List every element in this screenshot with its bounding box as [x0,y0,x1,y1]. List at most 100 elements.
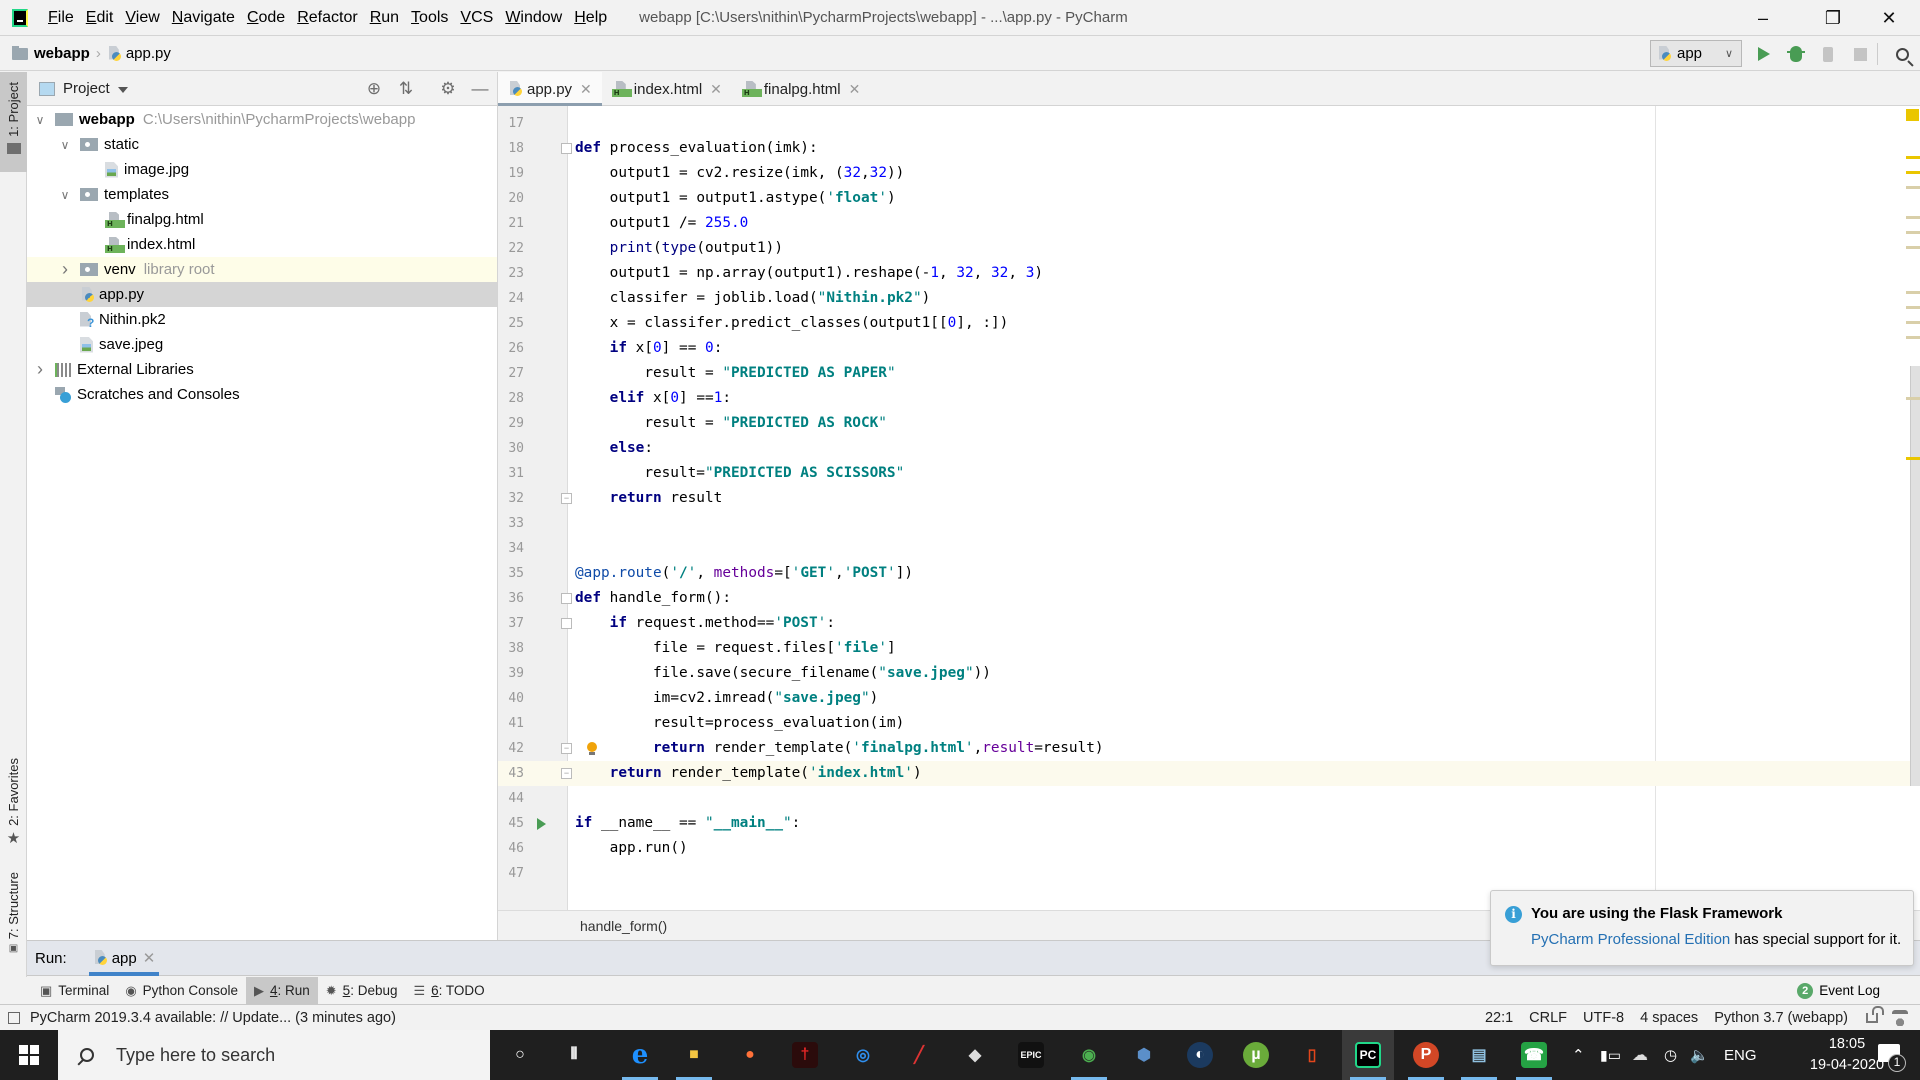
tree-item-finalpg-html[interactable]: finalpg.html [27,207,497,232]
tree-item-app-py[interactable]: app.py [27,282,497,307]
tree-item-image-jpg[interactable]: image.jpg [27,157,497,182]
taskbar-app-office[interactable]: ▯ [1286,1030,1338,1080]
code-editor[interactable] [568,106,1920,910]
event-log-button[interactable]: 2 Event Log [1797,982,1880,999]
weak-warning-marker[interactable] [1906,186,1920,189]
close-tab-icon[interactable]: ✕ [710,81,722,98]
menu-tools[interactable]: Tools [405,9,454,27]
taskbar-app-app-striped[interactable]: ╱ [893,1030,945,1080]
battery-icon[interactable]: ▮▭ [1600,1030,1621,1080]
fold-end-icon[interactable]: − [561,743,572,754]
encoding-widget[interactable]: UTF-8 [1583,1010,1624,1026]
taskbar-app-cortana[interactable]: ○ [494,1030,546,1080]
taskbar-app-epic-games[interactable]: EPIC [1005,1030,1057,1080]
menu-window[interactable]: Window [499,9,568,27]
chevron-down-icon[interactable]: ∨ [33,113,47,127]
close-icon[interactable]: ✕ [143,949,156,967]
menu-refactor[interactable]: Refactor [291,9,363,27]
close-tab-icon[interactable]: ✕ [580,81,592,98]
code-breadcrumb-item[interactable]: handle_form() [580,918,667,934]
tree-item-scratches-and-consoles[interactable]: Scratches and Consoles [27,382,497,407]
run-tab-app[interactable]: app ✕ [88,940,160,976]
taskbar-app-edge[interactable]: e [614,1030,666,1080]
taskbar-app-whatsapp[interactable]: ☎ [1508,1030,1560,1080]
taskbar-app-acrobat[interactable]: † [779,1030,831,1080]
lock-icon[interactable] [1866,1005,1884,1023]
chevron-down-icon[interactable]: ∨ [58,138,72,152]
warning-marker[interactable] [1906,171,1920,174]
taskbar-app-uplay[interactable]: ◎ [837,1030,889,1080]
fold-end-icon[interactable]: − [561,768,572,779]
interpreter-widget[interactable]: Python 3.7 (webapp) [1714,1010,1848,1026]
debug-button[interactable] [1784,42,1808,66]
tree-item-save-jpeg[interactable]: save.jpeg [27,332,497,357]
tree-item-index-html[interactable]: index.html [27,232,497,257]
fold-end-icon[interactable]: − [561,493,572,504]
menu-edit[interactable]: Edit [80,9,120,27]
run-button[interactable] [1752,42,1776,66]
volume-icon[interactable]: 🔈 [1690,1030,1709,1080]
weak-warning-marker[interactable] [1906,397,1920,400]
professional-edition-link[interactable]: PyCharm Professional Edition [1531,931,1730,948]
minimize-button[interactable]: – [1740,0,1786,36]
weak-warning-marker[interactable] [1906,306,1920,309]
weak-warning-marker[interactable] [1906,246,1920,249]
tool-window-python-console[interactable]: ◉ Python Console [117,977,246,1005]
menu-help[interactable]: Help [568,9,613,27]
editor-tab-app-py[interactable]: app.py ✕ [498,72,602,107]
weak-warning-marker[interactable] [1906,216,1920,219]
chevron-right-icon[interactable]: › [33,359,47,380]
taskbar-app-utorrent[interactable]: µ [1230,1030,1282,1080]
breadcrumb-file[interactable]: app.py [107,45,171,62]
taskbar-app-chrome[interactable]: ◉ [1063,1030,1115,1080]
tree-item-venv[interactable]: › venv library root [27,257,497,282]
menu-vcs[interactable]: VCS [454,9,499,27]
tree-item-external-libraries[interactable]: › External Libraries [27,357,497,382]
stop-button[interactable] [1848,42,1872,66]
menu-file[interactable]: File [42,9,80,27]
run-configuration-select[interactable]: app ∨ [1650,40,1742,67]
warning-marker[interactable] [1906,156,1920,159]
fold-start-icon[interactable] [561,593,572,604]
onedrive-icon[interactable]: ☁ [1632,1030,1648,1080]
taskbar-app-unity[interactable]: ◆ [949,1030,1001,1080]
inspection-status-icon[interactable] [1906,109,1919,121]
start-button[interactable] [0,1030,58,1080]
menu-run[interactable]: Run [364,9,405,27]
hide-panel-icon[interactable]: — [471,79,489,98]
chevron-right-icon[interactable]: › [58,259,72,280]
taskbar-app-notepad[interactable]: ▤ [1453,1030,1505,1080]
weak-warning-marker[interactable] [1906,291,1920,294]
wifi-icon[interactable]: ◷ [1664,1030,1677,1080]
tool-window-terminal[interactable]: ▣ Terminal [32,977,117,1005]
tree-item-webapp[interactable]: ∨ webapp C:\Users\nithin\PycharmProjects\w… [27,107,497,132]
editor-scrollbar[interactable] [1910,366,1920,786]
taskbar-app-virtualbox[interactable]: ⬢ [1118,1030,1170,1080]
taskbar-app-task-view[interactable]: ⫴ [548,1030,600,1080]
caret-down-icon[interactable] [117,86,128,93]
collapse-all-icon[interactable]: ⇅ [397,79,415,98]
tool-tab-project[interactable]: 1: Project [0,72,27,172]
editor-tab-index-html[interactable]: index.html ✕ [602,72,732,106]
gear-icon[interactable]: ⚙ [439,79,457,98]
tool-tab-favorites[interactable]: 2: Favorites ★ [0,758,27,847]
line-separator-widget[interactable]: CRLF [1529,1010,1567,1026]
weak-warning-marker[interactable] [1906,321,1920,324]
run-gutter-icon[interactable] [537,818,546,830]
warning-marker[interactable] [1906,457,1920,460]
inspector-hat-icon[interactable] [1892,1009,1908,1026]
tree-item-nithin-pk2[interactable]: Nithin.pk2 [27,307,497,332]
status-message[interactable]: PyCharm 2019.3.4 available: // Update...… [8,1010,396,1026]
taskbar-app-firefox[interactable]: ● [724,1030,776,1080]
show-hidden-icons-button[interactable]: ⌃ [1572,1030,1585,1080]
run-with-coverage-button[interactable] [1816,42,1840,66]
toggle-tool-windows-icon[interactable] [8,1011,20,1024]
close-button[interactable]: ✕ [1866,0,1912,36]
editor-tab-finalpg-html[interactable]: finalpg.html ✕ [732,72,870,106]
language-indicator[interactable]: ENG [1724,1030,1757,1080]
taskbar-app-file-explorer[interactable]: ■ [668,1030,720,1080]
tool-tab-structure[interactable]: 7: Structure ▣ [0,872,27,954]
fold-start-icon[interactable] [561,143,572,154]
taskbar-app-pycharm[interactable]: PC [1342,1030,1394,1080]
close-tab-icon[interactable]: ✕ [849,81,861,98]
